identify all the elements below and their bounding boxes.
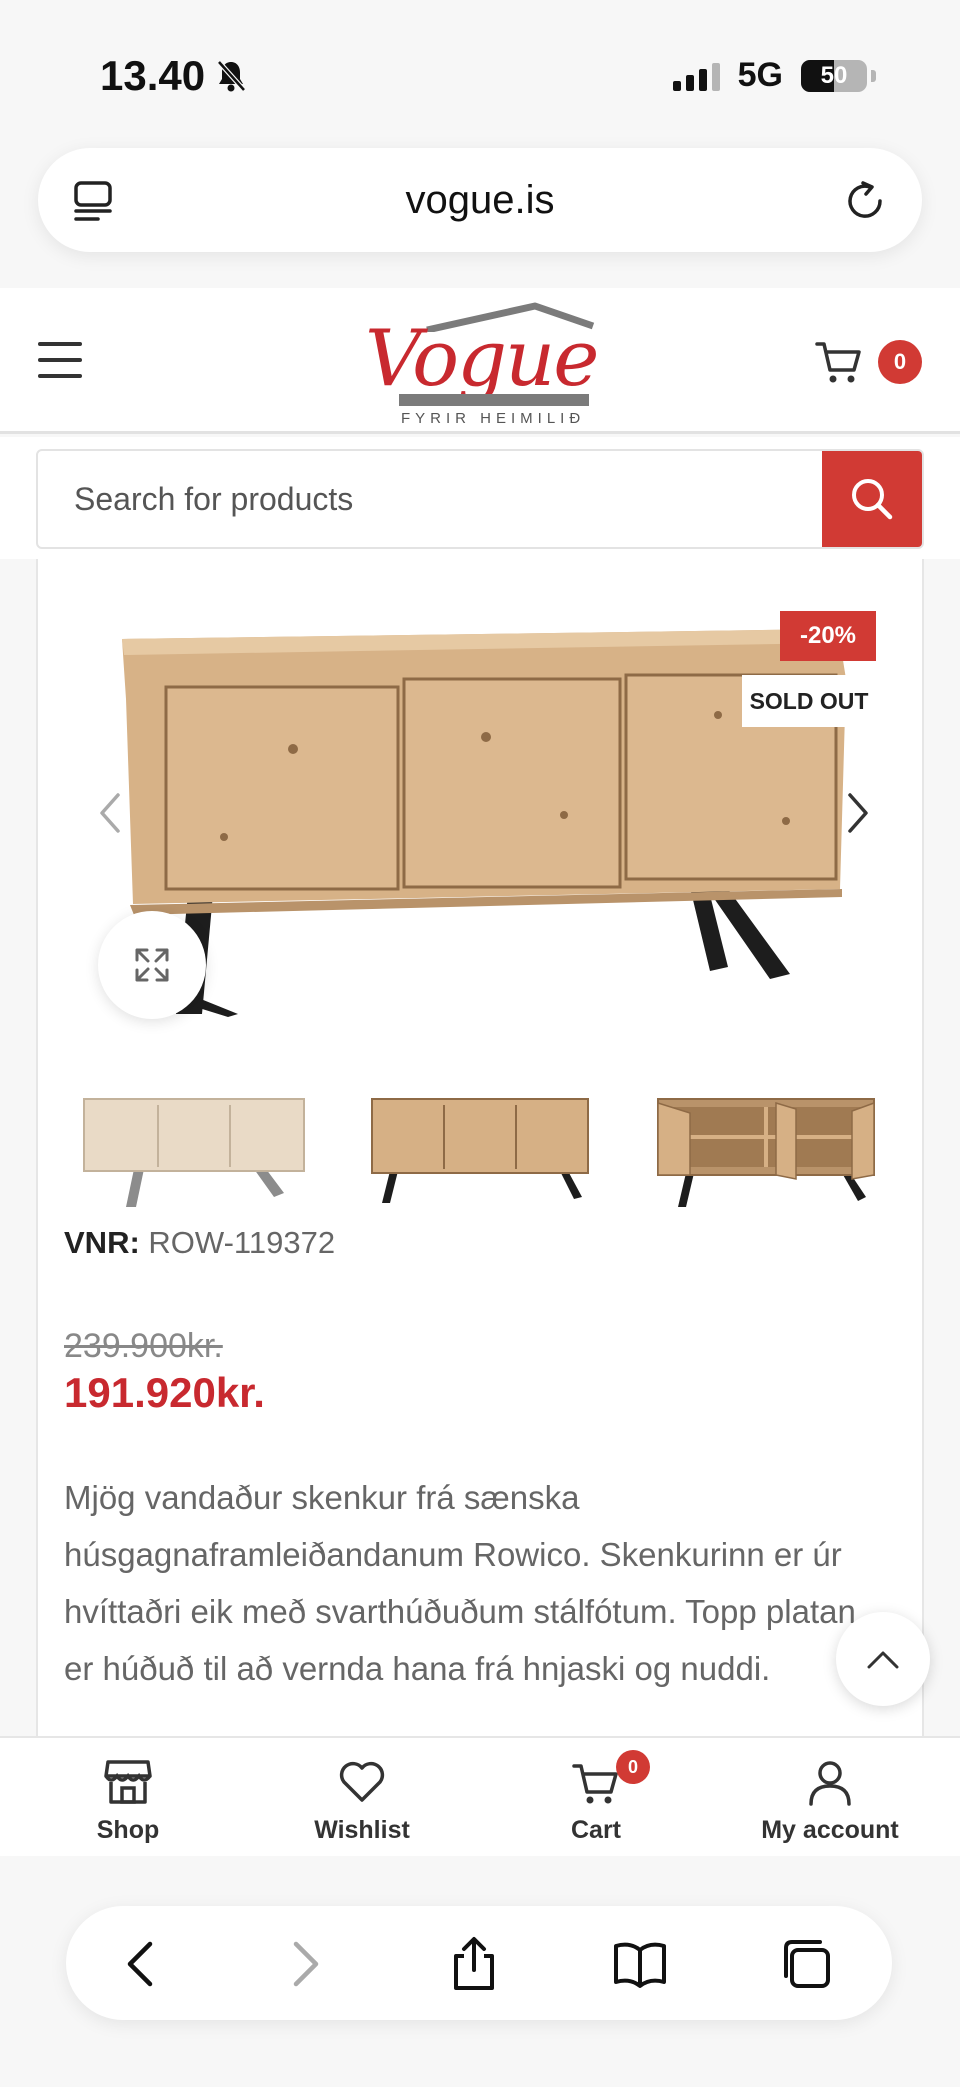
sale-badge: -20% (780, 611, 876, 661)
sold-out-badge: SOLD OUT (742, 675, 876, 727)
status-bar: 13.40 5G 50 (0, 0, 960, 140)
header-cart[interactable]: 0 (814, 338, 922, 386)
tab-cart[interactable]: 0 Cart (496, 1750, 696, 1845)
search-button[interactable] (822, 451, 922, 547)
thumbnail-open[interactable] (646, 1079, 886, 1219)
share-icon[interactable] (446, 1936, 502, 1992)
heart-icon (339, 1761, 385, 1802)
old-price: 239.900kr. (64, 1327, 223, 1365)
product-card: -20% SOLD OUT VNR: ROW-119372 239.900kr.… (36, 559, 924, 1739)
reload-icon[interactable] (842, 178, 888, 224)
tab-account[interactable]: My account (730, 1756, 930, 1845)
sale-price: 191.920kr. (64, 1369, 265, 1416)
logo-tagline: FYRIR HEIMILIÐ (401, 410, 586, 427)
thumbnail-front[interactable] (360, 1079, 600, 1219)
battery-level: 50 (820, 61, 848, 89)
menu-icon[interactable] (38, 342, 82, 378)
thumbnail-white-oak[interactable] (74, 1079, 314, 1219)
thumbnail-strip (38, 1079, 922, 1219)
status-indicators: 5G 50 (672, 56, 876, 95)
bottom-tab-bar: Shop Wishlist 0 Cart My account (0, 1736, 960, 1856)
next-image-arrow[interactable] (844, 791, 872, 835)
tab-cart-count: 0 (616, 1750, 650, 1784)
browser-toolbar (66, 1906, 892, 2020)
battery-icon: 50 (801, 59, 867, 92)
battery-cap (871, 69, 876, 82)
search-section (0, 437, 960, 559)
tab-account-label: My account (761, 1816, 899, 1844)
forward-icon[interactable] (276, 1936, 332, 1992)
tab-wishlist-label: Wishlist (314, 1816, 410, 1844)
sku-value: ROW-119372 (148, 1225, 336, 1260)
product-gallery[interactable]: -20% SOLD OUT (38, 559, 922, 1039)
tab-shop-label: Shop (96, 1816, 160, 1844)
cart-icon (572, 1764, 618, 1804)
expand-icon (135, 948, 169, 982)
tab-shop[interactable]: Shop (28, 1756, 228, 1845)
status-time: 13.40 (100, 52, 247, 100)
network-type: 5G (737, 56, 783, 94)
sku-label: VNR: (64, 1225, 140, 1260)
site-logo[interactable]: Vogue FYRIR HEIMILIÐ (365, 302, 599, 427)
bookmarks-icon[interactable] (612, 1936, 668, 1992)
store-icon (104, 1760, 152, 1804)
tab-cart-label: Cart (570, 1816, 621, 1844)
url-text[interactable]: vogue.is (38, 178, 922, 223)
search-input[interactable] (38, 451, 824, 547)
bell-muted-icon (217, 60, 246, 92)
back-icon[interactable] (114, 1936, 170, 1992)
search-icon (852, 479, 893, 520)
logo-bar (399, 394, 589, 406)
time-text: 13.40 (100, 52, 206, 99)
site-header: Vogue FYRIR HEIMILIÐ 0 (0, 288, 960, 434)
logo-wordmark: Vogue (365, 314, 599, 404)
zoom-button[interactable] (98, 911, 206, 1019)
product-description: Mjög vandaður skenkur frá sænska húsgagn… (64, 1479, 856, 1687)
tab-wishlist[interactable]: Wishlist (262, 1756, 462, 1845)
cart-icon (815, 342, 861, 383)
header-cart-count: 0 (878, 340, 922, 384)
signal-icon (672, 61, 720, 91)
sku: VNR: ROW-119372 (64, 1225, 335, 1261)
tabs-icon[interactable] (778, 1936, 834, 1992)
chevron-up-icon (867, 1651, 899, 1669)
previous-image-arrow[interactable] (96, 791, 124, 835)
search-box (36, 449, 924, 549)
scroll-to-top-button[interactable] (836, 1612, 930, 1706)
user-icon (809, 1761, 851, 1806)
address-bar[interactable]: vogue.is (38, 148, 922, 252)
